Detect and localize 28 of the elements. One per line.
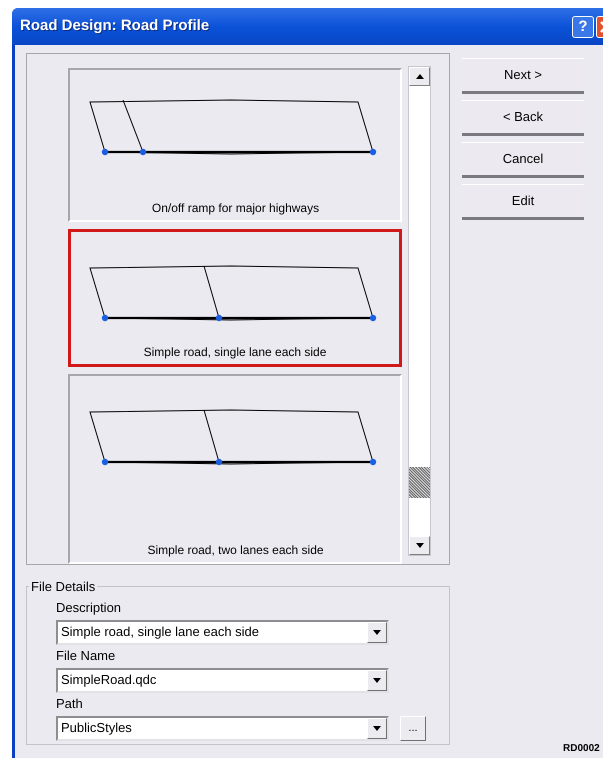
group-title: File Details (30, 578, 96, 596)
field-label: Description (56, 598, 122, 616)
down-arrow-icon (416, 543, 424, 548)
wizard-button[interactable]: Edit (462, 184, 584, 220)
field-label: Path (56, 694, 84, 712)
up-arrow-icon (416, 74, 424, 79)
wizard-button[interactable]: Cancel (462, 142, 584, 178)
combo-box[interactable]: Simple road, single lane each side (56, 620, 389, 644)
wizard-button[interactable]: Next > (462, 58, 584, 94)
down-arrow-icon (373, 678, 381, 682)
scrollbar[interactable] (408, 66, 431, 556)
style-caption: On/off ramp for major highways (152, 200, 320, 217)
wizard-button[interactable]: < Back (462, 100, 584, 136)
combo-box[interactable]: SimpleRoad.qdc (56, 668, 389, 692)
browse-button[interactable]: ... (400, 716, 426, 740)
down-arrow-icon (373, 630, 381, 634)
form-code: RD0002 (563, 743, 600, 754)
style-caption: Simple road, single lane each side (144, 344, 326, 361)
combo-box[interactable]: PublicStyles (56, 716, 389, 740)
help-button[interactable]: ? (572, 16, 594, 38)
style-caption: Simple road, two lanes each side (147, 542, 324, 559)
field-label: File Name (56, 646, 116, 664)
scroll-thumb[interactable] (409, 467, 430, 498)
style-card[interactable]: Simple road, two lanes each side (68, 374, 402, 564)
window-title: Road Design: Road Profile (20, 16, 210, 36)
style-card[interactable]: On/off ramp for major highways (68, 68, 402, 222)
style-card[interactable]: Simple road, single lane each side (68, 229, 402, 367)
down-arrow-icon (373, 726, 381, 730)
